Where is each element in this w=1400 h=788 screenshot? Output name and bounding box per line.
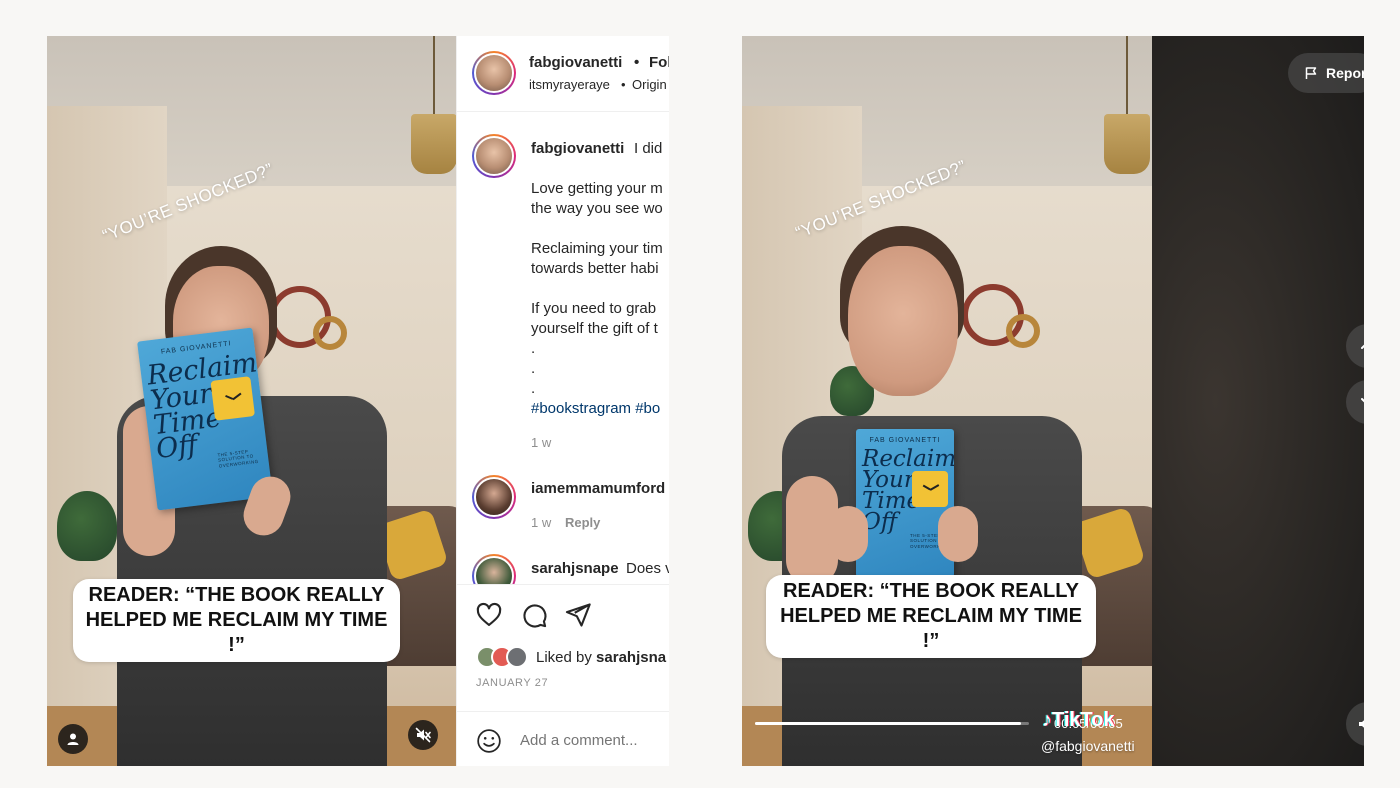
comment-username[interactable]: sarahjsnape <box>531 560 619 577</box>
header-separator: • <box>634 54 640 71</box>
person-icon-svg <box>67 733 79 745</box>
comment-timestamp[interactable]: 1 w <box>531 515 551 530</box>
post-actions-section: Liked by sarahjsna JANUARY 27 <box>457 584 669 766</box>
author-username[interactable]: fabgiovanetti <box>529 54 622 71</box>
tiktok-logo: ♪TikTok <box>1042 709 1115 732</box>
video-progress-bar[interactable] <box>755 722 1029 725</box>
video-caption-line: HELPED ME RECLAIM MY TIME !” <box>780 605 1082 652</box>
previous-video-button[interactable] <box>1346 324 1364 368</box>
add-comment-input[interactable] <box>520 728 665 752</box>
caption-line: the way you see wo <box>531 200 663 217</box>
tiktok-handle[interactable]: @fabgiovanetti <box>1041 738 1135 754</box>
caption-avatar[interactable] <box>472 134 516 178</box>
caption-line: Reclaiming your tim <box>531 240 663 257</box>
muted-speaker-icon-svg <box>415 727 431 743</box>
caption-line: towards better habi <box>531 260 659 277</box>
report-label: Repor <box>1326 65 1364 81</box>
comment-bubble-icon[interactable] <box>520 601 548 629</box>
clock-icon <box>912 471 948 507</box>
muted-speaker-icon[interactable] <box>408 720 438 750</box>
caption-hashtags[interactable]: #bookstragram #bo <box>531 399 660 419</box>
person-hand <box>828 506 868 562</box>
liked-by-prefix: Liked by <box>536 649 592 666</box>
liked-by-user[interactable]: sarahjsna <box>596 649 666 666</box>
book-author: FAB GIOVANETTI <box>869 437 941 444</box>
author-avatar[interactable] <box>472 51 516 95</box>
flag-icon <box>1305 67 1317 79</box>
comment-username[interactable]: iamemmamumford <box>531 480 665 497</box>
volume-button[interactable] <box>1346 702 1364 746</box>
video-progress-fill <box>755 722 1021 725</box>
post-header: fabgiovanetti • Fol itsmyrayeraye • Orig… <box>457 36 669 112</box>
post-date[interactable]: JANUARY 27 <box>476 677 548 689</box>
instagram-post-panel: FAB GIOVANETTI Reclaim Your Time Off THE… <box>47 36 669 766</box>
speaker-icon <box>1359 720 1364 728</box>
caption-dot: . <box>531 340 536 357</box>
comment-text: Does v <box>626 560 669 577</box>
smiley-icon[interactable] <box>476 728 502 754</box>
caption-dot: . <box>531 360 536 377</box>
plant <box>57 491 117 561</box>
caption-start: I did <box>634 140 663 157</box>
lamp-cord <box>433 36 435 116</box>
liked-by-avatars[interactable] <box>476 646 532 670</box>
caption-username[interactable]: fabgiovanetti <box>531 140 624 157</box>
wall-decoration <box>313 316 347 350</box>
video-caption-line: READER: “THE BOOK REALLY <box>783 580 1079 602</box>
video-caption-line: READER: “THE BOOK REALLY <box>88 584 385 606</box>
video-caption: READER: “THE BOOK REALLY HELPED ME RECLA… <box>766 575 1096 658</box>
reply-button[interactable]: Reply <box>565 515 600 530</box>
tiktok-side-area: Repor <box>1152 36 1364 766</box>
tiktok-note-icon: ♪ <box>1042 709 1052 731</box>
report-button[interactable]: Repor <box>1288 53 1364 93</box>
caption-line: Love getting your m <box>531 180 663 197</box>
person-icon[interactable] <box>58 724 88 754</box>
tiktok-logo-text: TikTok <box>1052 709 1115 731</box>
heart-icon[interactable] <box>475 601 503 629</box>
tiktok-embed-panel: FAB GIOVANETTI Reclaim Your Time Off THE… <box>742 36 1364 766</box>
audio-separator: • <box>621 77 626 92</box>
audio-user[interactable]: itsmyrayeraye <box>529 77 610 92</box>
person-face <box>848 246 958 396</box>
clock-icon <box>210 376 255 421</box>
paper-plane-icon[interactable] <box>564 601 592 629</box>
lamp-cord <box>1126 36 1128 116</box>
tiktok-video-player[interactable]: FAB GIOVANETTI Reclaim Your Time Off THE… <box>742 36 1152 766</box>
comment-input-row <box>457 711 669 766</box>
liked-by-text: Liked by sarahjsna <box>536 648 666 668</box>
chevron-up-icon <box>1361 344 1364 349</box>
book-title-line: Off <box>862 509 898 536</box>
next-video-button[interactable] <box>1346 380 1364 424</box>
wall-decoration <box>1006 314 1040 348</box>
original-audio-link[interactable]: Origin <box>632 77 667 92</box>
book-cover: FAB GIOVANETTI Reclaim Your Time Off THE… <box>856 429 954 577</box>
caption-dot: . <box>531 380 536 397</box>
video-caption: READER: “THE BOOK REALLY HELPED ME RECLA… <box>73 579 400 662</box>
instagram-video-player[interactable]: FAB GIOVANETTI Reclaim Your Time Off THE… <box>47 36 456 766</box>
video-caption-line: HELPED ME RECLAIM MY TIME !” <box>85 609 388 656</box>
person-hand <box>938 506 978 562</box>
commenter-avatar[interactable] <box>472 475 516 519</box>
book-cover: FAB GIOVANETTI Reclaim Your Time Off THE… <box>137 327 273 511</box>
caption-line: If you need to grab <box>531 300 657 317</box>
caption-timestamp[interactable]: 1 w <box>531 435 551 450</box>
pendant-lamp <box>411 114 456 174</box>
instagram-post-sidebar: fabgiovanetti • Fol itsmyrayeraye • Orig… <box>456 36 669 766</box>
pendant-lamp <box>1104 114 1150 174</box>
caption-line: yourself the gift of t <box>531 320 658 337</box>
follow-button[interactable]: Fol <box>649 54 669 71</box>
liker-avatar <box>506 646 528 668</box>
chevron-down-icon <box>1361 398 1364 403</box>
